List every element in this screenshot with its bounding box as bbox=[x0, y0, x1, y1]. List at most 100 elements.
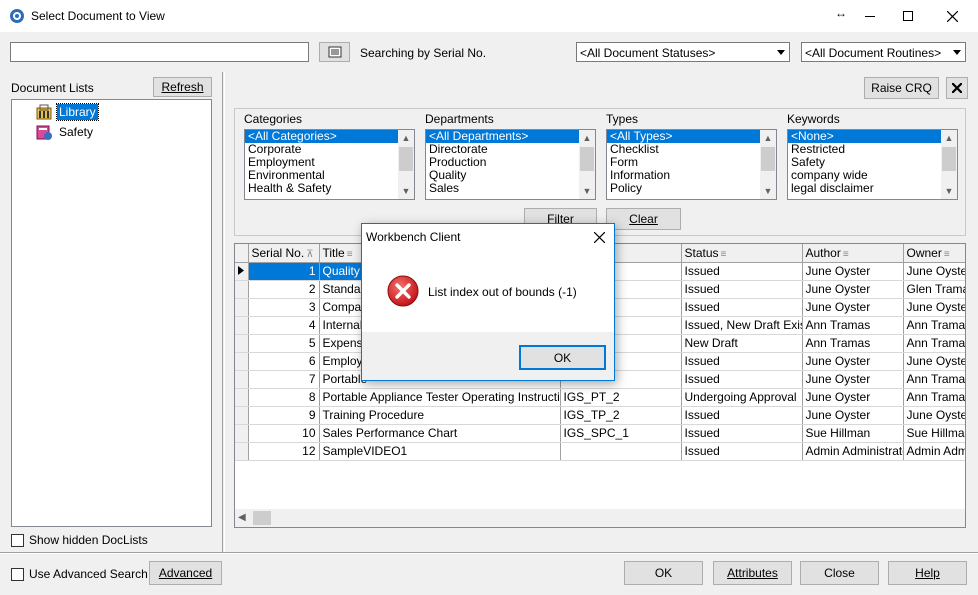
list-item[interactable]: Policy bbox=[607, 182, 776, 195]
row-indicator[interactable] bbox=[235, 352, 249, 371]
table-cell[interactable]: 12 bbox=[248, 442, 320, 461]
row-indicator[interactable] bbox=[235, 388, 249, 407]
document-list-tree[interactable]: Library Safety bbox=[11, 99, 212, 527]
scrollbar[interactable]: ▲ ▼ bbox=[398, 130, 414, 199]
table-cell[interactable]: Glen Tramas bbox=[903, 280, 965, 299]
show-hidden-checkbox[interactable] bbox=[11, 534, 24, 547]
panel-splitter[interactable] bbox=[222, 72, 225, 552]
table-cell[interactable]: June Oyster bbox=[802, 388, 904, 407]
refresh-button[interactable]: Refresh bbox=[153, 77, 212, 97]
table-cell[interactable]: Ann Tramas bbox=[802, 334, 904, 353]
chevron-down-icon[interactable]: ▼ bbox=[398, 183, 414, 199]
scrollbar[interactable]: ▲ ▼ bbox=[579, 130, 595, 199]
list-item[interactable]: Health & Safety bbox=[245, 182, 414, 195]
row-indicator[interactable] bbox=[235, 334, 249, 353]
table-cell[interactable]: Issued bbox=[681, 442, 803, 461]
table-cell[interactable]: Issued bbox=[681, 424, 803, 443]
table-cell[interactable]: IGS_PT_2 bbox=[560, 388, 682, 407]
ok-button[interactable]: OK bbox=[624, 561, 703, 585]
status-filter-select[interactable]: <All Document Statuses> bbox=[576, 42, 790, 62]
minimize-button[interactable] bbox=[858, 4, 882, 28]
table-cell[interactable]: Issued, New Draft Exists bbox=[681, 316, 803, 335]
table-cell[interactable]: 7 bbox=[248, 370, 320, 389]
close-window-button[interactable] bbox=[940, 4, 964, 28]
table-cell[interactable]: 2 bbox=[248, 280, 320, 299]
table-cell[interactable]: IGS_TP_2 bbox=[560, 406, 682, 425]
column-header-serial[interactable]: Serial No. ⊼ bbox=[248, 244, 320, 263]
row-indicator[interactable] bbox=[235, 424, 249, 443]
table-cell[interactable]: June Oyster bbox=[903, 298, 965, 317]
list-item[interactable]: Sales bbox=[426, 182, 595, 195]
table-row[interactable]: 8 Portable Appliance Tester Operating Ins… bbox=[235, 388, 965, 407]
table-cell[interactable]: Admin Admin bbox=[903, 442, 965, 461]
row-indicator[interactable] bbox=[235, 280, 249, 299]
table-cell[interactable]: 6 bbox=[248, 352, 320, 371]
table-cell[interactable]: June Oyster bbox=[802, 352, 904, 371]
types-list[interactable]: <All Types> Checklist Form Information P… bbox=[606, 129, 777, 200]
table-cell[interactable] bbox=[560, 442, 682, 461]
table-cell[interactable]: Ann Tramas bbox=[903, 388, 965, 407]
table-cell[interactable]: 9 bbox=[248, 406, 320, 425]
list-item[interactable]: legal disclaimer bbox=[788, 182, 957, 195]
table-cell[interactable]: Issued bbox=[681, 352, 803, 371]
table-cell[interactable]: 8 bbox=[248, 388, 320, 407]
table-row[interactable]: 12 SampleVIDEO1 Issued Admin Administrator A… bbox=[235, 442, 965, 461]
scrollbar[interactable]: ▲ ▼ bbox=[760, 130, 776, 199]
search-mode-button[interactable] bbox=[319, 42, 350, 62]
chevron-up-icon[interactable]: ▲ bbox=[941, 130, 957, 146]
chevron-down-icon[interactable]: ▼ bbox=[760, 183, 776, 199]
table-cell[interactable]: Issued bbox=[681, 298, 803, 317]
departments-list[interactable]: <All Departments> Directorate Production… bbox=[425, 129, 596, 200]
table-cell[interactable]: Undergoing Approval bbox=[681, 388, 803, 407]
table-cell[interactable]: Ann Tramas bbox=[903, 370, 965, 389]
table-cell[interactable]: June Oyster bbox=[802, 406, 904, 425]
table-cell[interactable]: New Draft bbox=[681, 334, 803, 353]
table-cell[interactable]: IGS_SPC_1 bbox=[560, 424, 682, 443]
table-cell[interactable]: 1 bbox=[248, 262, 320, 281]
advanced-search-checkbox[interactable] bbox=[11, 568, 24, 581]
keywords-list[interactable]: <None> Restricted Safety company wide le… bbox=[787, 129, 958, 200]
chevron-up-icon[interactable]: ▲ bbox=[760, 130, 776, 146]
attributes-button[interactable]: Attributes bbox=[713, 561, 792, 585]
table-cell[interactable]: June Oyster bbox=[903, 262, 965, 281]
help-button[interactable]: Help bbox=[888, 561, 967, 585]
table-row[interactable]: 10 Sales Performance Chart IGS_SPC_1 Issued… bbox=[235, 424, 965, 443]
row-indicator[interactable] bbox=[235, 442, 249, 461]
chevron-up-icon[interactable]: ▲ bbox=[579, 130, 595, 146]
row-indicator[interactable] bbox=[235, 316, 249, 335]
table-cell[interactable]: Ann Tramas bbox=[802, 316, 904, 335]
close-panel-button[interactable] bbox=[946, 77, 968, 99]
chevron-up-icon[interactable]: ▲ bbox=[398, 130, 414, 146]
table-cell[interactable]: Sales Performance Chart bbox=[319, 424, 561, 443]
categories-list[interactable]: <All Categories> Corporate Employment En… bbox=[244, 129, 415, 200]
table-cell[interactable]: Sue Hillman bbox=[903, 424, 965, 443]
table-cell[interactable]: June Oyster bbox=[802, 370, 904, 389]
close-button[interactable]: Close bbox=[800, 561, 879, 585]
maximize-button[interactable] bbox=[896, 4, 920, 28]
routine-filter-select[interactable]: <All Document Routines> bbox=[801, 42, 966, 62]
table-cell[interactable]: Admin Administrator bbox=[802, 442, 904, 461]
table-cell[interactable]: June Oyster bbox=[802, 280, 904, 299]
raise-crq-button[interactable]: Raise CRQ bbox=[864, 77, 939, 99]
table-cell[interactable]: Issued bbox=[681, 406, 803, 425]
clear-button[interactable]: Clear bbox=[606, 208, 681, 230]
table-cell[interactable]: Training Procedure bbox=[319, 406, 561, 425]
table-cell[interactable]: 5 bbox=[248, 334, 320, 353]
dialog-close-button[interactable] bbox=[590, 228, 608, 246]
column-header-owner[interactable]: Owner ≡ bbox=[903, 244, 965, 263]
chevron-down-icon[interactable]: ▼ bbox=[941, 183, 957, 199]
table-cell[interactable]: Sue Hillman bbox=[802, 424, 904, 443]
column-header-author[interactable]: Author ≡ bbox=[802, 244, 904, 263]
table-cell[interactable]: June Oyster bbox=[802, 262, 904, 281]
chevron-left-icon[interactable]: ◀ bbox=[238, 512, 246, 523]
table-cell[interactable]: Issued bbox=[681, 262, 803, 281]
table-cell[interactable]: Portable Appliance Tester Operating Inst… bbox=[319, 388, 561, 407]
table-cell[interactable]: Ann Tramas bbox=[903, 316, 965, 335]
table-cell[interactable]: SampleVIDEO1 bbox=[319, 442, 561, 461]
chevron-down-icon[interactable]: ▼ bbox=[579, 183, 595, 199]
search-input[interactable] bbox=[10, 42, 309, 62]
table-cell[interactable]: 4 bbox=[248, 316, 320, 335]
table-cell[interactable]: June Oyster bbox=[903, 352, 965, 371]
horizontal-scrollbar[interactable]: ◀ bbox=[235, 509, 965, 527]
scroll-thumb[interactable] bbox=[253, 511, 271, 525]
